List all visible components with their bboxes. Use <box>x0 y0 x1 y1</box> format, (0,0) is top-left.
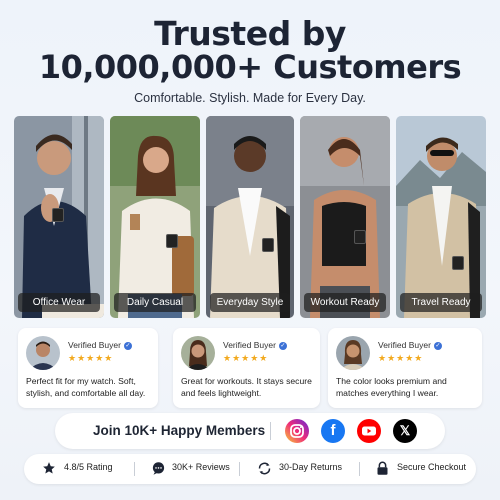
review-text: The color looks premium and matches ever… <box>336 376 447 398</box>
review-card: Verified Buyer ✓ ★★★★★ Perfect fit for my… <box>18 328 158 408</box>
style-label-workout: Workout Ready <box>304 293 386 312</box>
trust-checkout: Secure Checkout <box>397 462 467 472</box>
style-photo-travel: Travel Ready <box>396 116 486 318</box>
watch-icon <box>452 256 464 270</box>
instagram-icon[interactable] <box>285 419 309 443</box>
community-label: Join 10K+ Happy Members <box>93 423 266 438</box>
trust-bar: 4.8/5 Rating 30K+ Reviews 30-Day Returns… <box>24 454 476 484</box>
star-icon <box>43 462 55 474</box>
rating-stars: ★★★★★ <box>68 353 114 363</box>
review-card: Verified Buyer ✓ ★★★★★ Great for workouts… <box>173 328 320 408</box>
divider <box>270 422 271 440</box>
style-label-office: Office Wear <box>18 293 100 312</box>
divider <box>359 462 360 476</box>
rating-stars: ★★★★★ <box>223 353 269 363</box>
style-photo-office: Office Wear <box>14 116 104 318</box>
divider <box>134 462 135 476</box>
verified-buyer-badge: Verified Buyer ✓ <box>378 340 442 350</box>
headline-line-2: 10,000,000+ Customers <box>38 48 462 86</box>
verified-check-icon: ✓ <box>433 341 442 350</box>
facebook-icon[interactable]: f <box>321 419 345 443</box>
verified-check-icon: ✓ <box>123 341 132 350</box>
avatar <box>181 336 215 370</box>
workout-photo-image <box>300 116 390 318</box>
style-label-everyday: Everyday Style <box>210 293 290 312</box>
verified-check-icon: ✓ <box>278 341 287 350</box>
verified-buyer-badge: Verified Buyer ✓ <box>68 340 132 350</box>
style-label-casual: Daily Casual <box>114 293 196 312</box>
travel-photo-image <box>396 116 486 318</box>
review-text: Great for workouts. It stays secure and … <box>181 376 312 398</box>
watch-icon <box>166 234 178 248</box>
watch-icon <box>354 230 366 244</box>
youtube-icon[interactable] <box>357 419 381 443</box>
lock-icon <box>377 461 388 475</box>
return-icon <box>258 462 271 475</box>
x-icon[interactable]: 𝕏 <box>393 419 417 443</box>
review-card: Verified Buyer ✓ ★★★★★ The color looks pr… <box>328 328 482 408</box>
style-photo-workout: Workout Ready <box>300 116 390 318</box>
style-label-travel: Travel Ready <box>400 293 482 312</box>
everyday-photo-image <box>206 116 294 318</box>
casual-photo-image <box>110 116 200 318</box>
style-photo-casual: Daily Casual <box>110 116 200 318</box>
review-text: Perfect fit for my watch. Soft, stylish,… <box>26 376 146 398</box>
trust-returns: 30-Day Returns <box>279 462 343 472</box>
divider <box>239 462 240 476</box>
avatar <box>336 336 370 370</box>
watch-icon <box>52 208 64 222</box>
rating-stars: ★★★★★ <box>378 353 424 363</box>
style-photo-row: Office Wear Daily Casual Everyday Style … <box>14 116 486 318</box>
community-bar: Join 10K+ Happy Members f 𝕏 <box>55 413 445 449</box>
style-photo-everyday: Everyday Style <box>206 116 294 318</box>
chat-icon <box>152 462 165 475</box>
trust-reviews: 30K+ Reviews <box>172 462 230 472</box>
verified-buyer-badge: Verified Buyer ✓ <box>223 340 287 350</box>
trust-rating: 4.8/5 Rating <box>64 462 113 472</box>
subheadline: Comfortable. Stylish. Made for Every Day… <box>134 91 366 105</box>
avatar <box>26 336 60 370</box>
watch-icon <box>262 238 274 252</box>
